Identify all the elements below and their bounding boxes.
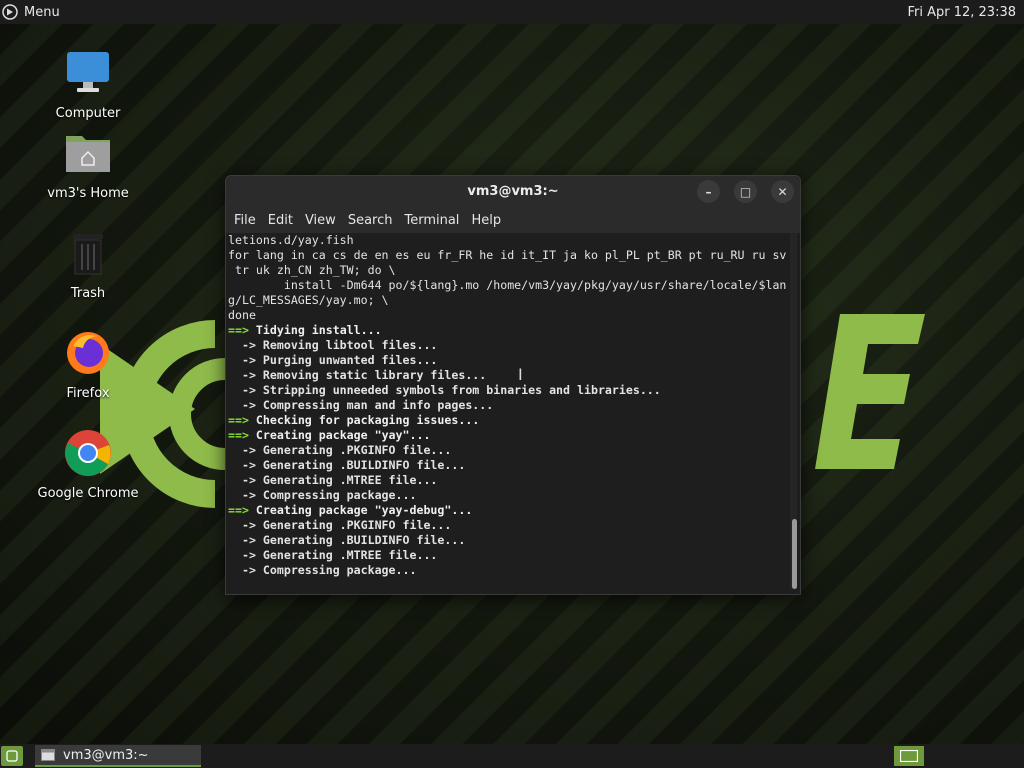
bottom-panel: vm3@vm3:~ [0, 744, 1024, 768]
mint-menu-icon [2, 4, 18, 20]
terminal-line: -> Generating .MTREE file... [228, 473, 438, 487]
desktop-icon-trash[interactable]: Trash [28, 228, 148, 301]
scrollbar[interactable] [790, 233, 797, 589]
window-titlebar[interactable]: vm3@vm3:~ – □ ✕ [226, 176, 800, 207]
terminal-line: letions.d/yay.fish [228, 233, 354, 247]
menu-view[interactable]: View [299, 213, 342, 228]
trash-icon [73, 234, 103, 275]
menu-edit[interactable]: Edit [262, 213, 299, 228]
menu-button[interactable]: Menu [0, 4, 60, 20]
close-icon: ✕ [777, 184, 788, 199]
desktop-icon-chrome[interactable]: Google Chrome [28, 428, 148, 501]
terminal-line: -> Compressing package... [228, 488, 417, 502]
mint-wordmark-e [815, 314, 925, 469]
menu-search[interactable]: Search [342, 213, 399, 228]
terminal-line: done [228, 308, 256, 322]
mint-menu-icon [6, 750, 18, 762]
terminal-line: -> Generating .BUILDINFO file... [228, 458, 466, 472]
terminal-line: g/LC_MESSAGES/yay.mo; \ [228, 293, 389, 307]
terminal-line: ==> Creating package "yay"... [228, 428, 431, 442]
window-title: vm3@vm3:~ [467, 184, 559, 199]
terminal-window-icon [41, 749, 55, 761]
maximize-button[interactable]: □ [734, 180, 757, 203]
terminal-output-area[interactable]: letions.d/yay.fish for lang in ca cs de e… [226, 233, 800, 594]
scrollbar-thumb[interactable] [792, 519, 797, 589]
terminal-text[interactable]: letions.d/yay.fish for lang in ca cs de e… [228, 233, 790, 589]
terminal-line: for lang in ca cs de en es eu fr_FR he i… [228, 248, 787, 262]
desktop-icon [900, 750, 918, 762]
desktop-icon-firefox[interactable]: Firefox [28, 328, 148, 401]
desktop-icon-computer[interactable]: Computer [28, 48, 148, 121]
terminal-line: -> Generating .BUILDINFO file... [228, 533, 466, 547]
terminal-line: ==> Tidying install... [228, 323, 382, 337]
desktop-icon-label: Computer [55, 106, 121, 121]
menu-help[interactable]: Help [465, 213, 507, 228]
terminal-line: -> Generating .PKGINFO file... [228, 518, 452, 532]
terminal-line: -> Removing libtool files... [228, 338, 438, 352]
terminal-line: -> Purging unwanted files... [228, 353, 438, 367]
terminal-line: -> Generating .MTREE file... [228, 548, 438, 562]
terminal-window[interactable]: vm3@vm3:~ – □ ✕ File Edit View Search Te… [225, 175, 801, 595]
menu-terminal[interactable]: Terminal [398, 213, 465, 228]
text-cursor-icon: I [518, 365, 523, 384]
taskbar-window-label: vm3@vm3:~ [63, 747, 149, 763]
terminal-line: -> Generating .PKGINFO file... [228, 443, 452, 457]
show-desktop-button[interactable] [894, 746, 924, 766]
chrome-icon [65, 430, 111, 476]
close-button[interactable]: ✕ [771, 180, 794, 203]
terminal-line: ==> Checking for packaging issues... [228, 413, 480, 427]
firefox-icon [67, 332, 109, 374]
desktop-icon-label: Firefox [66, 386, 110, 401]
desktop-icon-label: Google Chrome [37, 486, 139, 501]
computer-icon [67, 52, 109, 92]
clock[interactable]: Fri Apr 12, 23:38 [907, 5, 1024, 20]
terminal-line: -> Compressing package... [228, 563, 417, 577]
start-menu-button[interactable] [1, 746, 23, 766]
menu-label: Menu [24, 4, 60, 20]
terminal-line: tr uk zh_CN zh_TW; do \ [228, 263, 396, 277]
desktop-icon-label: vm3's Home [47, 186, 129, 201]
terminal-line: install -Dm644 po/${lang}.mo /home/vm3/y… [228, 278, 787, 292]
terminal-line: -> Removing static library files... [228, 368, 487, 382]
taskbar-terminal-button[interactable]: vm3@vm3:~ [35, 745, 201, 767]
minimize-icon: – [705, 184, 712, 199]
terminal-line: -> Stripping unneeded symbols from binar… [228, 383, 661, 397]
top-panel: Menu Fri Apr 12, 23:38 [0, 0, 1024, 24]
desktop-icon-home[interactable]: vm3's Home [28, 128, 148, 201]
home-folder-icon [66, 136, 110, 172]
terminal-menubar: File Edit View Search Terminal Help [226, 207, 800, 233]
desktop-icon-label: Trash [70, 286, 106, 301]
terminal-line: ==> Creating package "yay-debug"... [228, 503, 473, 517]
maximize-icon: □ [739, 184, 752, 199]
terminal-line: -> Compressing man and info pages... [228, 398, 494, 412]
minimize-button[interactable]: – [697, 180, 720, 203]
menu-file[interactable]: File [228, 213, 262, 228]
window-controls: – □ ✕ [697, 180, 794, 203]
